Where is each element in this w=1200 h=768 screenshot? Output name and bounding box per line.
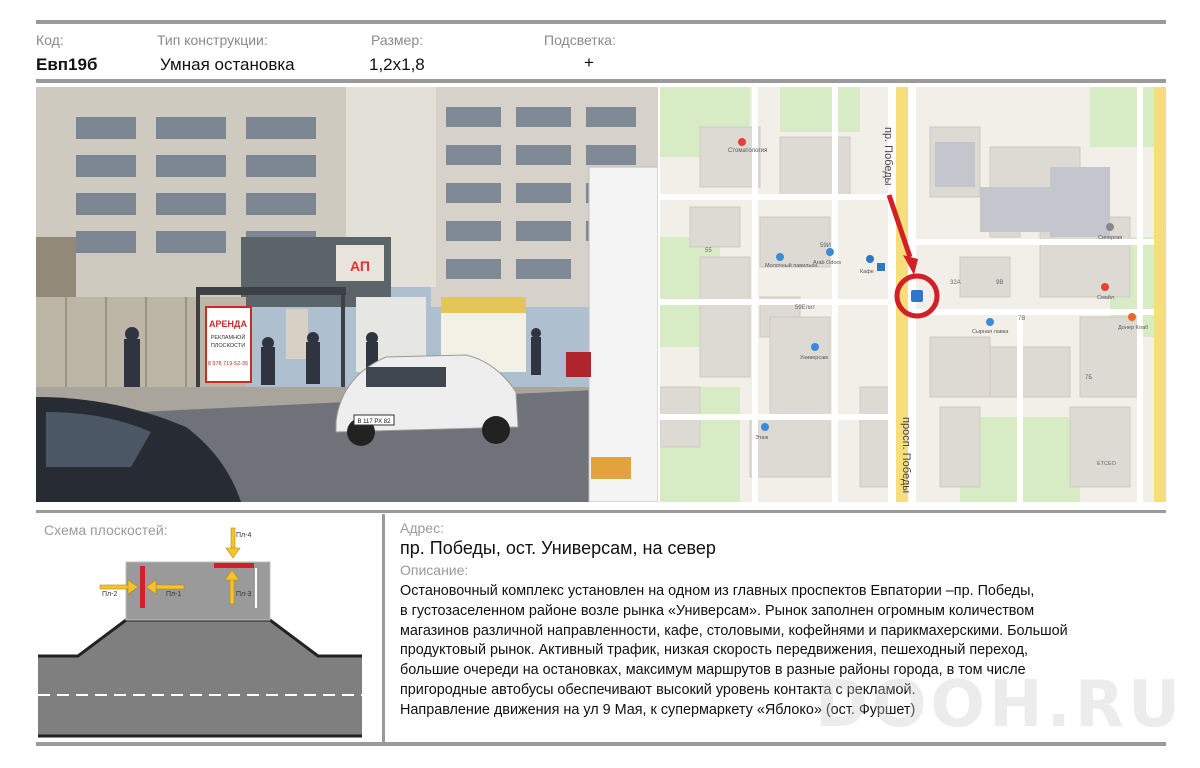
poi-doner: Донер Клаб <box>1118 325 1148 331</box>
location-photo: АРЕНДА РЕКЛАМНОЙ ПЛОСКОСТИ 8 978 719-52-… <box>36 87 658 502</box>
license-plate: В 117 РХ 82 <box>358 419 392 425</box>
poi-dentist: Стоматология <box>728 148 767 154</box>
cheese-icon[interactable] <box>986 318 994 326</box>
poi-kafe: Кафе <box>860 269 874 275</box>
poi-etsco: ЕТСЕО <box>1097 461 1117 467</box>
type-value: Умная остановка <box>160 55 295 74</box>
scheme-title: Схема плоскостей: <box>44 522 168 538</box>
location-bus-icon <box>911 290 923 302</box>
poi-smile: Смайл <box>1097 294 1114 301</box>
smile-icon[interactable] <box>1101 283 1109 291</box>
code-value: Евп19б <box>36 55 98 74</box>
poi-55: 55 <box>705 248 712 254</box>
poi-milk: Молочный павильон <box>765 262 817 269</box>
arab-icon[interactable] <box>826 248 834 256</box>
code-label: Код: <box>36 32 64 48</box>
bottom-rule <box>36 742 1166 746</box>
universam-icon[interactable] <box>811 343 819 351</box>
description-line: продуктовый рынок. Активный трафик, низк… <box>400 642 1028 659</box>
lighting-label: Подсветка: <box>544 32 616 48</box>
plane-1-label: Пл-1 <box>166 591 181 598</box>
bus-stop-icon[interactable] <box>877 263 885 271</box>
plane-3-label: Пл-3 <box>236 591 251 598</box>
type-label: Тип конструкции: <box>157 32 268 48</box>
description-line: магазинов различной направленности, кафе… <box>400 622 1068 639</box>
header-rule <box>36 79 1166 83</box>
poi-etazh: Этаж <box>755 435 768 441</box>
doner-icon[interactable] <box>1128 313 1136 321</box>
vertical-divider <box>382 514 385 743</box>
description-line: в густозаселенном районе возле рынка «Ун… <box>400 602 1035 619</box>
location-map[interactable]: пр. Победы просп. Победы Стоматология Мо… <box>660 87 1166 502</box>
poi-32a: 32А <box>950 280 961 286</box>
poi-cheese: Сырная лавка <box>972 329 1009 335</box>
street-label-top: пр. Победы <box>882 127 894 186</box>
store-sign: АП <box>350 258 370 274</box>
lighting-value: + <box>584 53 594 72</box>
plane-4-label: Пл-4 <box>236 532 251 539</box>
poi-59i: 59И <box>820 243 831 249</box>
billboard-line2: РЕКЛАМНОЙ <box>211 333 246 341</box>
synergy-icon[interactable] <box>1106 223 1114 231</box>
address-value: пр. Победы, ост. Универсам, на север <box>400 538 716 558</box>
top-rule <box>36 20 1166 24</box>
watermark: DOOH.RU <box>815 668 1185 742</box>
description-label: Описание: <box>400 562 469 578</box>
address-label: Адрес: <box>400 520 444 536</box>
poi-arab: Arab Odors <box>813 260 841 266</box>
dentist-icon[interactable] <box>738 138 746 146</box>
milk-icon[interactable] <box>776 253 784 261</box>
poi-7b: 7В <box>1018 316 1025 322</box>
description-line: Остановочный комплекс установлен на одно… <box>400 583 1035 599</box>
poi-univ: Универсам <box>800 355 828 361</box>
size-value: 1,2х1,8 <box>369 55 425 74</box>
poi-7b2: 7Б <box>1085 375 1092 381</box>
cafe-icon[interactable] <box>866 255 874 263</box>
poi-9b: 9В <box>996 280 1003 286</box>
billboard-phone: 8 978 719-52-35 <box>208 361 248 367</box>
poi-synergy: Синергия <box>1098 235 1122 241</box>
planes-scheme: Схема плоскостей: Пл-4 Пл-1 Пл-2 Пл-3 <box>36 520 366 740</box>
plane-2-label: Пл-2 <box>102 591 117 598</box>
billboard-line1: АРЕНДА <box>209 319 247 329</box>
middle-rule <box>36 510 1166 513</box>
size-label: Размер: <box>371 32 424 48</box>
street-label-bottom: просп. Победы <box>900 417 912 493</box>
billboard-line3: ПЛОСКОСТИ <box>211 343 245 349</box>
poi-59e: 59Елит <box>795 305 816 311</box>
etazh-icon[interactable] <box>761 423 769 431</box>
